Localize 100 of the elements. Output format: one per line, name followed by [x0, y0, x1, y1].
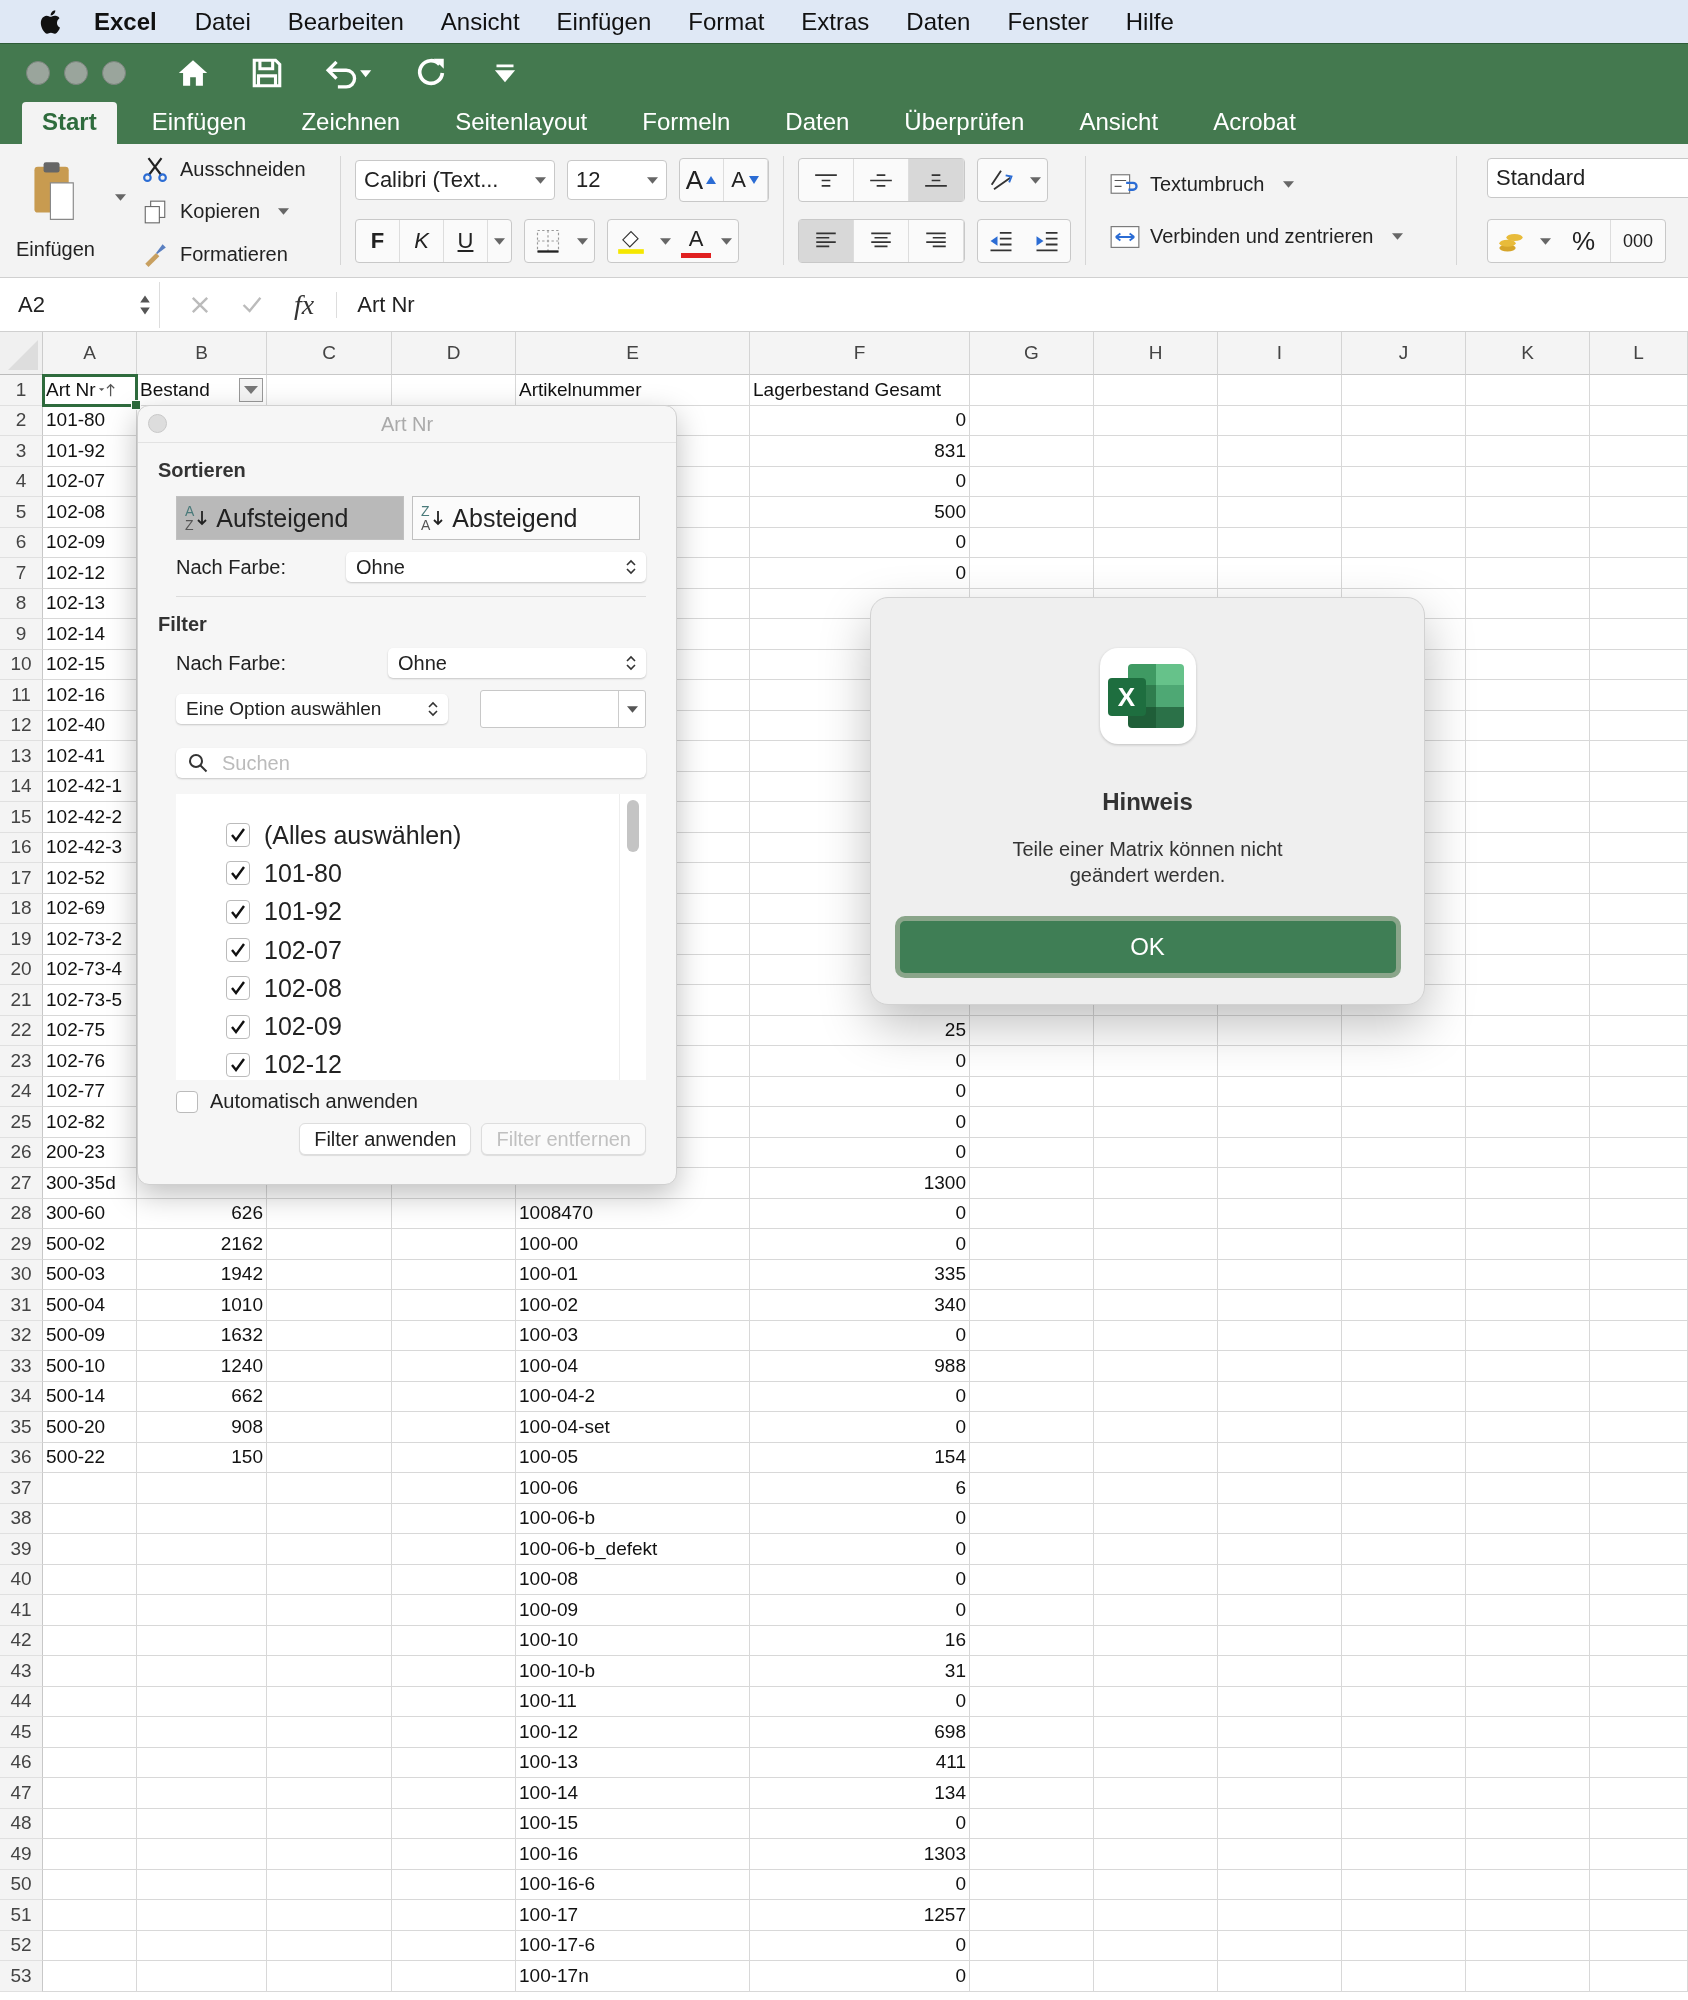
column-header[interactable]: H — [1094, 332, 1218, 375]
vertical-align-button[interactable] — [909, 159, 964, 201]
row-header[interactable]: 35 — [0, 1412, 43, 1443]
row-header[interactable]: 53 — [0, 1961, 43, 1992]
row-header[interactable]: 24 — [0, 1076, 43, 1107]
menu-item[interactable]: Bearbeiten — [287, 7, 404, 36]
row-header[interactable]: 17 — [0, 863, 43, 894]
column-header[interactable]: E — [516, 332, 750, 375]
header-cell[interactable]: Lagerbestand Gesamt — [750, 375, 970, 406]
filter-item[interactable]: 101-80 — [264, 858, 342, 888]
caret-icon[interactable] — [114, 194, 126, 201]
italic-button[interactable]: K — [400, 220, 444, 262]
menu-item[interactable]: Daten — [906, 7, 971, 36]
column-header[interactable]: L — [1590, 332, 1688, 375]
row-header[interactable]: 42 — [0, 1625, 43, 1656]
wrap-text-button[interactable]: Textumbruch — [1110, 171, 1432, 198]
row-header[interactable]: 40 — [0, 1564, 43, 1595]
checkbox[interactable] — [226, 1014, 250, 1039]
checkbox[interactable] — [176, 1090, 198, 1113]
row-header[interactable]: 50 — [0, 1869, 43, 1900]
ribbon-tab[interactable]: Zeichnen — [281, 102, 421, 144]
menu-item[interactable]: Fenster — [1007, 7, 1089, 36]
row-header[interactable]: 32 — [0, 1320, 43, 1351]
caret-icon[interactable] — [1540, 237, 1551, 245]
color-select[interactable]: Ohne — [346, 552, 646, 582]
row-header[interactable]: 49 — [0, 1839, 43, 1870]
option-select[interactable]: Eine Option auswählen — [176, 694, 448, 724]
caret-icon[interactable] — [721, 237, 732, 245]
sort-button[interactable]: A Z Aufsteigend — [176, 496, 404, 540]
row-header[interactable]: 46 — [0, 1747, 43, 1778]
ribbon-tab[interactable]: Einfügen — [131, 102, 267, 144]
save-icon[interactable] — [250, 56, 284, 90]
name-box[interactable]: A2 — [0, 281, 160, 328]
app-menu[interactable]: Excel — [94, 7, 157, 36]
row-header[interactable]: 33 — [0, 1351, 43, 1382]
formula-field[interactable]: Art Nr — [336, 291, 415, 318]
row-header[interactable]: 7 — [0, 558, 43, 589]
row-header[interactable]: 39 — [0, 1534, 43, 1565]
bold-button[interactable]: F — [356, 220, 400, 262]
row-header[interactable]: 26 — [0, 1137, 43, 1168]
filter-item[interactable]: 102-07 — [264, 935, 342, 965]
ribbon-tab[interactable]: Acrobat — [1193, 102, 1316, 144]
shrink-font-button[interactable]: A — [724, 159, 768, 201]
row-header[interactable]: 11 — [0, 680, 43, 711]
row-header[interactable]: 30 — [0, 1259, 43, 1290]
row-header[interactable]: 9 — [0, 619, 43, 650]
row-header[interactable]: 3 — [0, 436, 43, 467]
underline-button[interactable]: U — [444, 220, 488, 262]
menu-item[interactable]: Format — [688, 7, 765, 36]
sort-button[interactable]: Z A Absteigend — [412, 496, 640, 540]
filter-item[interactable]: 101-92 — [264, 897, 342, 927]
percent-button[interactable]: % — [1557, 220, 1611, 262]
row-header[interactable]: 25 — [0, 1107, 43, 1138]
insert-function-button[interactable]: fx — [294, 288, 315, 321]
column-header[interactable]: K — [1466, 332, 1590, 375]
row-header[interactable]: 22 — [0, 1015, 43, 1046]
row-header[interactable]: 41 — [0, 1595, 43, 1626]
thousands-button[interactable]: 000 — [1611, 220, 1665, 262]
checkbox[interactable] — [226, 976, 250, 1001]
row-header[interactable]: 52 — [0, 1930, 43, 1961]
menu-item[interactable]: Hilfe — [1125, 7, 1174, 36]
checkbox[interactable] — [226, 823, 250, 848]
fill-handle[interactable] — [131, 399, 141, 410]
filter-item[interactable]: 102-08 — [264, 973, 342, 1003]
column-header[interactable]: F — [750, 332, 970, 375]
cut-button[interactable]: Ausschneiden — [139, 156, 306, 182]
row-header[interactable]: 21 — [0, 985, 43, 1016]
ribbon-tab[interactable]: Überprüfen — [884, 102, 1045, 144]
format-painter-button[interactable]: Formatieren — [139, 241, 306, 267]
checkbox[interactable] — [226, 1052, 250, 1077]
caret-icon[interactable] — [494, 237, 505, 245]
filter-item[interactable]: 102-09 — [264, 1012, 342, 1042]
horizontal-align-button[interactable] — [799, 220, 854, 262]
column-header[interactable]: A — [43, 332, 137, 375]
column-header[interactable]: J — [1342, 332, 1466, 375]
filter-action-button[interactable]: Filter anwenden — [299, 1123, 472, 1155]
column-header[interactable]: D — [392, 332, 516, 375]
row-header[interactable]: 13 — [0, 741, 43, 772]
row-header[interactable]: 15 — [0, 802, 43, 833]
row-header[interactable]: 51 — [0, 1900, 43, 1931]
row-header[interactable]: 10 — [0, 649, 43, 680]
row-header[interactable]: 14 — [0, 771, 43, 802]
row-header[interactable]: 47 — [0, 1778, 43, 1809]
paste-button[interactable]: Einfügen — [12, 154, 99, 267]
row-header[interactable]: 5 — [0, 497, 43, 528]
font-size-field[interactable]: 12 — [567, 160, 667, 200]
ok-button[interactable]: OK — [894, 916, 1401, 978]
filter-item[interactable]: (Alles auswählen) — [264, 820, 462, 850]
ribbon-tab[interactable]: Start — [22, 102, 117, 144]
row-header[interactable]: 31 — [0, 1290, 43, 1321]
ribbon-tab[interactable]: Seitenlayout — [435, 102, 608, 144]
row-header[interactable]: 12 — [0, 710, 43, 741]
row-header[interactable]: 45 — [0, 1717, 43, 1748]
row-header[interactable]: 19 — [0, 924, 43, 955]
row-header[interactable]: 1 — [0, 375, 43, 406]
column-header[interactable]: B — [137, 332, 267, 375]
caret-icon[interactable] — [1030, 176, 1041, 184]
checkbox[interactable] — [226, 861, 250, 886]
ribbon-tab[interactable]: Daten — [765, 102, 870, 144]
value-combo-field[interactable] — [480, 690, 646, 728]
